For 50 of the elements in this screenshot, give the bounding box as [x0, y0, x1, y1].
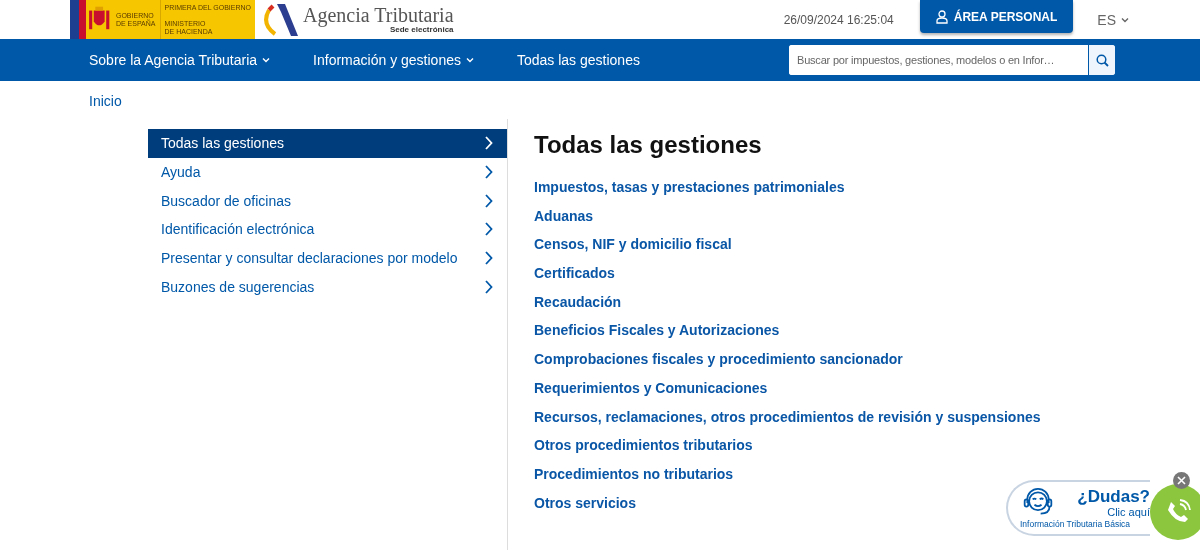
chevron-right-icon: [484, 251, 493, 266]
procedure-link[interactable]: Recaudación: [534, 293, 622, 323]
flag-icon: [70, 0, 86, 39]
procedure-link[interactable]: Comprobaciones fiscales y procedimiento sancionador: [534, 351, 903, 380]
user-icon: [935, 9, 948, 24]
chevron-right-icon: [484, 279, 493, 294]
procedure-link[interactable]: Censos, NIF y domicilio fiscal: [534, 236, 732, 266]
procedure-link[interactable]: Otros procedimientos tributarios: [534, 437, 753, 466]
phone-icon: [1165, 499, 1191, 525]
date-time: 26/09/2024 16:25:04: [783, 12, 894, 27]
chevron-right-icon: [484, 165, 493, 180]
breadcrumb-link[interactable]: Inicio: [89, 93, 122, 109]
close-icon: [1177, 476, 1186, 485]
sidebar-item[interactable]: Identificación electrónica: [148, 215, 507, 244]
close-button[interactable]: [1173, 472, 1190, 489]
sidebar-item[interactable]: Buscador de oficinas: [148, 186, 507, 216]
widget-title: ¿Dudas?: [1077, 486, 1150, 506]
procedure-link[interactable]: Procedimientos no tributarios: [534, 465, 734, 495]
agency-logo-icon: [261, 3, 299, 36]
procedure-link[interactable]: Aduanas: [534, 207, 594, 237]
chevron-right-icon: [484, 193, 493, 208]
procedure-link[interactable]: Impuestos, tasas y prestaciones patrimoniales: [534, 179, 845, 208]
chevron-right-icon: [484, 136, 493, 151]
help-widget[interactable]: ¿Dudas? Clic aquí Información Tributaria Básica: [1006, 480, 1150, 536]
sidebar-item[interactable]: Ayuda: [148, 157, 507, 187]
procedure-link[interactable]: Requerimientos y Comunicaciones: [534, 379, 768, 409]
agency-name: Agencia Tributaria: [303, 5, 454, 25]
agency-subtitle: Sede electrónica: [389, 25, 454, 34]
procedure-link[interactable]: Certificados: [534, 265, 615, 294]
page-title: Todas las gestiones: [534, 131, 762, 159]
sidebar-item[interactable]: Buzones de sugerencias: [148, 272, 507, 302]
nav-item[interactable]: Sobre la Agencia Tributaria: [89, 52, 272, 68]
personal-area-button[interactable]: ÁREA PERSONAL: [919, 0, 1074, 33]
widget-caption: Información Tributaria Básica: [1020, 518, 1132, 530]
search-icon: [1095, 53, 1109, 67]
sidebar-item[interactable]: Presentar y consultar declaraciones por modelo: [148, 243, 507, 273]
nav-item[interactable]: Todas las gestiones: [516, 52, 640, 68]
chevron-right-icon: [484, 222, 493, 237]
widget-action: Clic aquí: [1107, 505, 1150, 519]
language-selector[interactable]: ES: [1097, 11, 1130, 28]
chevron-icon: [261, 55, 272, 65]
chevron-icon: [464, 55, 475, 65]
search-field[interactable]: Buscar por impuestos, gestiones, modelos o en Infor…: [789, 45, 1115, 75]
procedure-link[interactable]: Recursos, reclamaciones, otros procedimientos de revisión y suspensiones: [534, 408, 1041, 438]
procedure-link[interactable]: Otros servicios: [534, 494, 636, 524]
sidebar-item[interactable]: Todas las gestiones: [148, 129, 507, 158]
nav-item[interactable]: Información y gestiones: [313, 52, 475, 68]
call-button[interactable]: [1150, 484, 1200, 540]
search-button[interactable]: [1088, 45, 1115, 75]
procedure-link[interactable]: Beneficios Fiscales y Autorizaciones: [534, 322, 780, 352]
